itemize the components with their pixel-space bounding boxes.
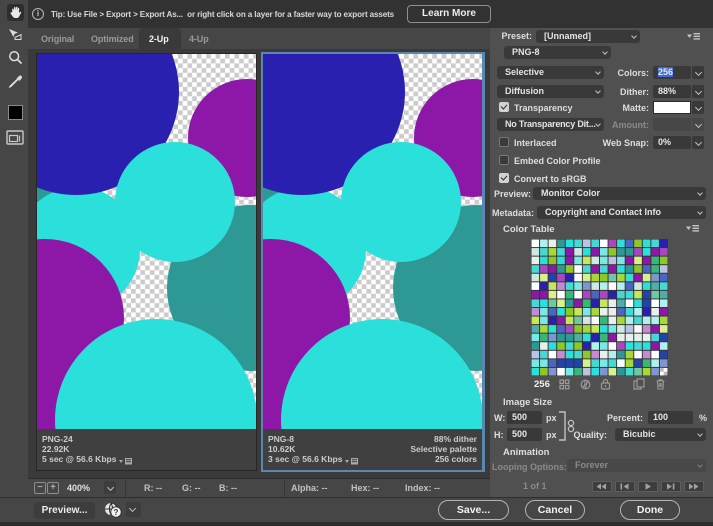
svg-text:?: ?: [114, 508, 119, 517]
